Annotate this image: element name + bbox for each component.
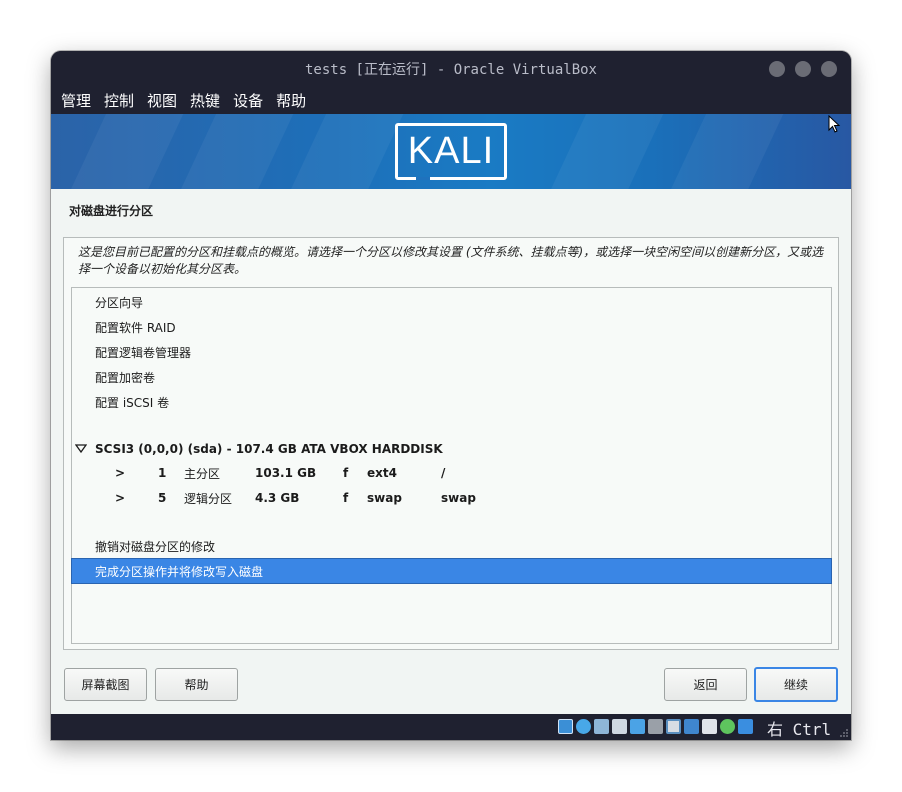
optical-drive-icon[interactable] xyxy=(576,719,591,734)
back-button[interactable]: 返回 xyxy=(664,668,747,701)
virtualbox-window: tests [正在运行] - Oracle VirtualBox 管理 控制 视… xyxy=(51,51,851,740)
kali-banner: KALI xyxy=(51,114,851,189)
mouse-integration-icon[interactable] xyxy=(720,719,735,734)
partition-number: 5 xyxy=(158,491,167,505)
menu-bar: 管理 控制 视图 热键 设备 帮助 xyxy=(51,87,851,114)
recording-icon[interactable] xyxy=(684,719,699,734)
status-tray xyxy=(558,719,753,734)
shared-folder-icon[interactable] xyxy=(648,719,663,734)
resize-grip-icon[interactable] xyxy=(839,728,849,738)
continue-button[interactable]: 继续 xyxy=(754,667,838,702)
partition-mountpoint: swap xyxy=(441,491,476,505)
guest-display[interactable]: KALI 对磁盘进行分区 这是您目前已配置的分区和挂载点的概览。请选择一个分区以… xyxy=(51,114,851,714)
partition-list[interactable]: 分区向导 配置软件 RAID 配置逻辑卷管理器 配置加密卷 配置 iSCSI 卷 xyxy=(71,287,832,644)
partition-row-5[interactable]: > 5 逻辑分区 4.3 GB f swap swap xyxy=(72,486,831,510)
disk-row[interactable]: SCSI3 (0,0,0) (sda) - 107.4 GB ATA VBOX … xyxy=(72,437,831,461)
partition-filesystem: swap xyxy=(367,491,402,505)
partition-size: 4.3 GB xyxy=(255,491,300,505)
expand-triangle-icon[interactable] xyxy=(75,444,87,454)
host-key-label: 右 Ctrl xyxy=(767,720,832,739)
kali-logo: KALI xyxy=(395,123,507,180)
mouse-pointer-icon xyxy=(828,115,841,133)
menu-help[interactable]: 帮助 xyxy=(276,90,306,111)
partition-flag: f xyxy=(343,466,349,480)
menu-control[interactable]: 控制 xyxy=(104,90,134,111)
partition-mountpoint: / xyxy=(441,466,446,480)
menu-manage[interactable]: 管理 xyxy=(61,90,91,111)
partition-filesystem: ext4 xyxy=(367,466,397,480)
list-item-lvm[interactable]: 配置逻辑卷管理器 xyxy=(72,340,831,364)
partition-type: 逻辑分区 xyxy=(184,491,233,506)
maximize-button[interactable] xyxy=(795,61,811,77)
list-item-guided-partitioning[interactable]: 分区向导 xyxy=(72,290,831,314)
display-icon[interactable] xyxy=(666,719,681,734)
content-frame: 这是您目前已配置的分区和挂载点的概览。请选择一个分区以修改其设置 (文件系统、挂… xyxy=(63,237,839,650)
menu-devices[interactable]: 设备 xyxy=(233,90,263,111)
page-title: 对磁盘进行分区 xyxy=(69,204,154,218)
list-item-encrypted-volumes[interactable]: 配置加密卷 xyxy=(72,365,831,389)
menu-hotkeys[interactable]: 热键 xyxy=(190,90,220,111)
partition-flag: f xyxy=(343,491,349,505)
partition-row-1[interactable]: > 1 主分区 103.1 GB f ext4 / xyxy=(72,461,831,485)
minimize-button[interactable] xyxy=(769,61,785,77)
kali-logo-text: KALI xyxy=(407,130,495,172)
partition-arrow: > xyxy=(115,466,126,480)
list-item-undo-changes[interactable]: 撤销对磁盘分区的修改 xyxy=(72,534,831,558)
audio-icon[interactable] xyxy=(594,719,609,734)
partition-number: 1 xyxy=(158,466,167,480)
help-button[interactable]: 帮助 xyxy=(155,668,238,701)
window-controls xyxy=(769,61,837,77)
hard-disk-icon[interactable] xyxy=(558,719,573,734)
list-item-iscsi[interactable]: 配置 iSCSI 卷 xyxy=(72,390,831,414)
menu-view[interactable]: 视图 xyxy=(147,90,177,111)
title-bar[interactable]: tests [正在运行] - Oracle VirtualBox xyxy=(51,51,851,87)
status-bar: 右 Ctrl xyxy=(51,714,851,740)
disk-label: SCSI3 (0,0,0) (sda) - 107.4 GB ATA VBOX … xyxy=(95,442,443,456)
partition-type: 主分区 xyxy=(184,466,221,481)
list-item-finish-partitioning[interactable]: 完成分区操作并将修改写入磁盘 xyxy=(71,558,832,584)
keyboard-capture-icon[interactable] xyxy=(738,719,753,734)
close-button[interactable] xyxy=(821,61,837,77)
description-text: 这是您目前已配置的分区和挂载点的概览。请选择一个分区以修改其设置 (文件系统、挂… xyxy=(78,245,824,276)
cpu-icon[interactable] xyxy=(702,719,717,734)
list-item-software-raid[interactable]: 配置软件 RAID xyxy=(72,315,831,339)
partition-arrow: > xyxy=(115,491,126,505)
usb-icon[interactable] xyxy=(630,719,645,734)
network-icon[interactable] xyxy=(612,719,627,734)
partition-size: 103.1 GB xyxy=(255,466,317,480)
screenshot-button[interactable]: 屏幕截图 xyxy=(64,668,147,701)
window-title: tests [正在运行] - Oracle VirtualBox xyxy=(304,62,597,78)
